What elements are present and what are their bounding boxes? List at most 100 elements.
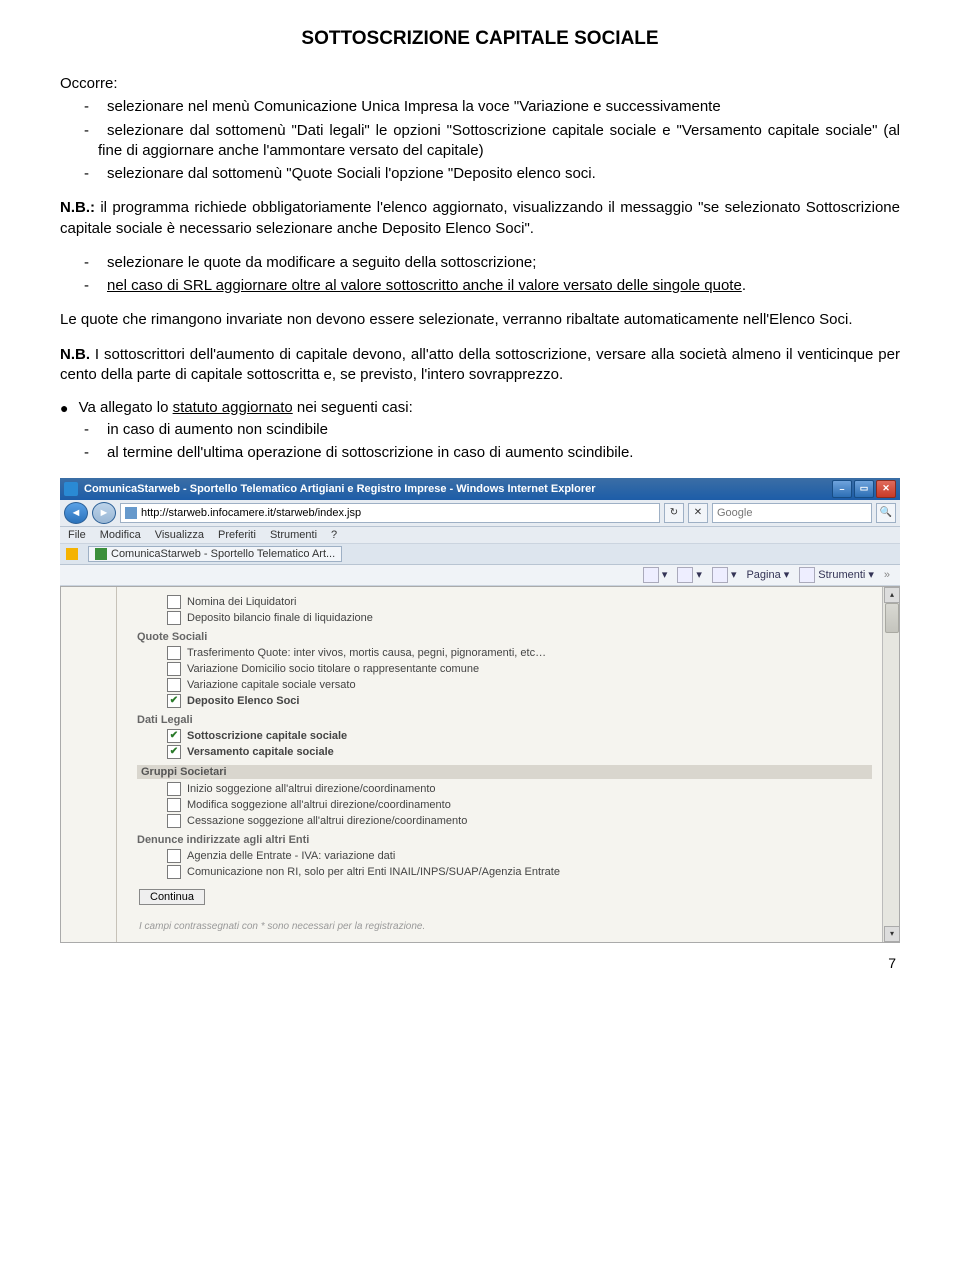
underlined-text: nel caso di SRL aggiornare oltre al valo… [107,277,742,294]
feeds-icon[interactable]: ▾ [677,567,702,583]
bullet-lead: Va allegato lo [79,399,173,416]
section-denunce: Denunce indirizzate agli altri Enti [137,834,872,846]
checkbox[interactable]: ✔ [167,729,181,743]
document-title: SOTTOSCRIZIONE CAPITALE SOCIALE [60,28,900,50]
step-item: in caso di aumento non scindibile [60,420,900,440]
checkbox-label: Modifica soggezione all'altrui direzione… [187,799,451,811]
close-button[interactable]: ✕ [876,480,896,498]
checkbox-label: Cessazione soggezione all'altrui direzio… [187,815,467,827]
checkbox-label: Trasferimento Quote: inter vivos, mortis… [187,647,546,659]
home-icon[interactable]: ▾ [643,567,668,583]
checkbox[interactable] [167,646,181,660]
browser-tab[interactable]: ComunicaStarweb - Sportello Telematico A… [88,546,342,562]
scroll-down-icon[interactable]: ▾ [884,926,900,942]
bullet-dot-icon: ● [60,400,68,416]
page-menu[interactable]: Pagina ▾ [746,568,789,581]
checkbox-label: Versamento capitale sociale [187,746,334,758]
footer-note: I campi contrassegnati con * sono necess… [139,921,872,932]
menu-item[interactable]: ? [331,529,337,541]
section-quote-sociali: Quote Sociali [137,631,872,643]
note-prefix: N.B. [60,346,90,363]
checkbox[interactable] [167,865,181,879]
left-sidebar [61,587,117,942]
tools-menu[interactable]: Strumenti ▾ [799,567,874,583]
checkbox[interactable] [167,798,181,812]
note-prefix: N.B.: [60,199,95,216]
stop-button[interactable]: ✕ [688,503,708,523]
screenshot-window: ComunicaStarweb - Sportello Telematico A… [60,478,900,943]
favorites-icon[interactable] [66,548,78,560]
print-icon[interactable]: ▾ [712,567,737,583]
toolbar-row: ▾ ▾ ▾ Pagina ▾ Strumenti ▾ » [60,565,900,586]
step-item: selezionare le quote da modificare a seg… [60,253,900,273]
scroll-up-icon[interactable]: ▴ [884,587,900,603]
tab-bar: ComunicaStarweb - Sportello Telematico A… [60,544,900,565]
url-text: http://starweb.infocamere.it/starweb/ind… [141,507,361,519]
note-text: I sottoscrittori dell'aumento di capital… [60,346,900,383]
checkbox[interactable]: ✔ [167,694,181,708]
checkbox[interactable] [167,611,181,625]
text-tail: . [742,277,746,294]
app-icon [64,482,78,496]
checkbox-label: Agenzia delle Entrate - IVA: variazione … [187,850,395,862]
checkbox[interactable] [167,662,181,676]
steps-list-3: in caso di aumento non scindibile al ter… [60,420,900,464]
note-1: N.B.: il programma richiede obbligatoria… [60,198,900,239]
note-text: il programma richiede obbligatoriamente … [60,199,900,236]
tab-favicon [95,548,107,560]
steps-list-1: selezionare nel menù Comunicazione Unica… [60,97,900,184]
checkbox-label: Inizio soggezione all'altrui direzione/c… [187,783,436,795]
step-item: nel caso di SRL aggiornare oltre al valo… [60,276,900,296]
step-item: selezionare dal sottomenù "Quote Sociali… [60,164,900,184]
site-icon [125,507,137,519]
menu-item[interactable]: Modifica [100,529,141,541]
checkbox[interactable]: ✔ [167,745,181,759]
tab-label: ComunicaStarweb - Sportello Telematico A… [111,548,335,560]
checkbox-label: Sottoscrizione capitale sociale [187,730,347,742]
menu-bar: File Modifica Visualizza Preferiti Strum… [60,527,900,544]
refresh-button[interactable]: ↻ [664,503,684,523]
bullet-tail: nei seguenti casi: [293,399,413,416]
checkbox-label: Deposito Elenco Soci [187,695,299,707]
section-gruppi-societari: Gruppi Societari [137,765,872,779]
vertical-scrollbar[interactable]: ▴ ▾ [882,587,899,942]
section-dati-legali: Dati Legali [137,714,872,726]
search-go-button[interactable]: 🔍 [876,503,896,523]
forward-button[interactable]: ► [92,502,116,524]
bullet-underlined: statuto aggiornato [173,399,293,416]
note-2: N.B. I sottoscrittori dell'aumento di ca… [60,345,900,386]
back-button[interactable]: ◄ [64,502,88,524]
minimize-button[interactable]: – [832,480,852,498]
checkbox[interactable] [167,782,181,796]
checkbox[interactable] [167,814,181,828]
step-item: al termine dell'ultima operazione di sot… [60,443,900,463]
checkbox-label: Variazione Domicilio socio titolare o ra… [187,663,479,675]
menu-item[interactable]: Strumenti [270,529,317,541]
search-box[interactable]: Google [712,503,872,523]
menu-item[interactable]: Visualizza [155,529,204,541]
step-item: selezionare dal sottomenù "Dati legali" … [60,121,900,162]
page-number: 7 [60,955,900,971]
checkbox[interactable] [167,595,181,609]
content-area: Nomina dei Liquidatori Deposito bilancio… [60,586,900,943]
address-bar[interactable]: http://starweb.infocamere.it/starweb/ind… [120,503,660,523]
menu-item[interactable]: Preferiti [218,529,256,541]
browser-navbar: ◄ ► http://starweb.infocamere.it/starweb… [60,500,900,527]
checkbox[interactable] [167,678,181,692]
steps-list-2: selezionare le quote da modificare a seg… [60,253,900,297]
checkbox-label: Comunicazione non RI, solo per altri Ent… [187,866,560,878]
checkbox[interactable] [167,849,181,863]
checkbox-label: Deposito bilancio finale di liquidazione [187,612,373,624]
intro-text: Occorre: [60,74,900,94]
maximize-button[interactable]: ▭ [854,480,874,498]
checkbox-label: Nomina dei Liquidatori [187,596,296,608]
checkbox-label: Variazione capitale sociale versato [187,679,356,691]
bullet-line: ● Va allegato lo statuto aggiornato nei … [60,399,900,416]
window-titlebar: ComunicaStarweb - Sportello Telematico A… [60,478,900,500]
window-title: ComunicaStarweb - Sportello Telematico A… [84,483,596,495]
scroll-thumb[interactable] [885,603,899,633]
step-item: selezionare nel menù Comunicazione Unica… [60,97,900,117]
menu-item[interactable]: File [68,529,86,541]
continua-button[interactable]: Continua [139,889,205,905]
paragraph-2: Le quote che rimangono invariate non dev… [60,310,900,330]
